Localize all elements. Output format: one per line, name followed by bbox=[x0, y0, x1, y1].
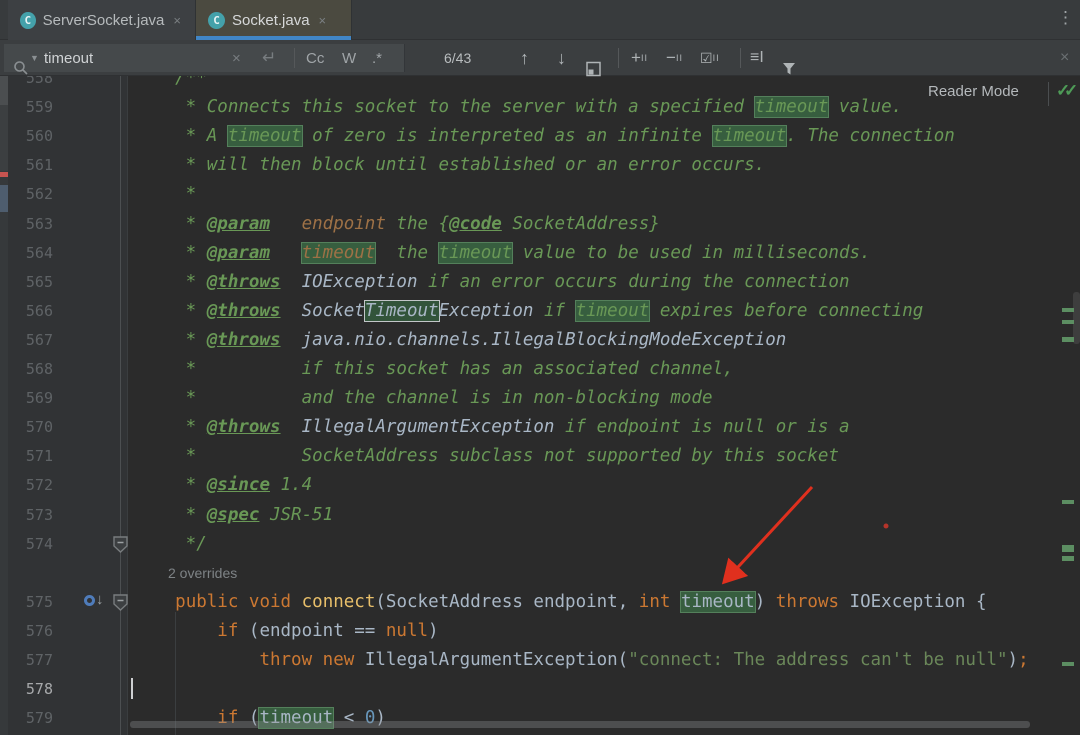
remove-occurrence-button[interactable]: −II bbox=[666, 40, 683, 76]
open-in-find-window-icon[interactable] bbox=[586, 51, 601, 87]
editor-gutter[interactable] bbox=[8, 76, 128, 735]
find-toolbar: ▼ timeout × ↵ Cc W .* 6/43 ↑ ↓ +II −II ☑… bbox=[0, 40, 1080, 76]
left-stripe-selection-mark bbox=[0, 185, 8, 212]
tab-options-menu-icon[interactable]: ⋮ bbox=[1057, 9, 1074, 26]
add-occurrence-button[interactable]: +II bbox=[631, 40, 648, 76]
next-occurrence-button[interactable]: ↓ bbox=[557, 40, 566, 76]
ide-window: 558 /**559 * Connects this socket to the… bbox=[0, 0, 1080, 735]
java-class-icon: C bbox=[20, 12, 36, 29]
match-count: 6/43 bbox=[444, 40, 471, 76]
editor-tab-bar: C ServerSocket.java × C Socket.java × ⋮ bbox=[0, 0, 1080, 40]
regex-toggle[interactable]: .* bbox=[372, 40, 382, 76]
match-case-toggle[interactable]: Cc bbox=[306, 40, 324, 76]
overridden-method-arrow-icon: ↓ bbox=[96, 591, 104, 608]
editor-area[interactable] bbox=[0, 76, 1080, 735]
text-caret bbox=[131, 678, 133, 699]
filter-funnel-icon[interactable] bbox=[782, 51, 796, 87]
close-search-icon[interactable]: × bbox=[1060, 40, 1069, 76]
error-stripe-match-mark bbox=[1062, 662, 1074, 666]
tab-label: Socket.java bbox=[232, 12, 310, 29]
toolbar-divider bbox=[740, 48, 741, 68]
filter-lines-icon[interactable]: ≡I bbox=[750, 40, 764, 76]
error-stripe-match-mark bbox=[1062, 337, 1074, 342]
whole-words-toggle[interactable]: W bbox=[342, 40, 356, 76]
left-error-stripe bbox=[0, 76, 8, 735]
search-query-text[interactable]: timeout bbox=[44, 40, 93, 76]
toolbar-divider bbox=[618, 48, 619, 68]
reader-mode-label[interactable]: Reader Mode bbox=[928, 83, 1019, 100]
fold-marker-collapse[interactable] bbox=[112, 536, 129, 553]
left-stripe-error-mark bbox=[0, 172, 8, 177]
horizontal-scrollbar-thumb[interactable] bbox=[130, 721, 1030, 728]
select-all-occurrences-button[interactable]: ☑II bbox=[700, 40, 720, 76]
tab-serversocket-java[interactable]: C ServerSocket.java × bbox=[8, 0, 196, 40]
error-stripe-match-mark bbox=[1062, 500, 1074, 504]
left-stripe-thumb[interactable] bbox=[0, 76, 8, 105]
error-stripe-match-mark bbox=[1062, 545, 1074, 552]
error-stripe-match-mark bbox=[1062, 320, 1074, 324]
fold-region-line bbox=[120, 76, 121, 735]
tab-close-icon[interactable]: × bbox=[317, 13, 329, 28]
error-stripe-match-mark bbox=[1062, 308, 1074, 312]
reader-mode-divider bbox=[1048, 82, 1049, 106]
vertical-scrollbar-thumb[interactable] bbox=[1073, 292, 1080, 344]
indent-guide bbox=[175, 612, 176, 735]
inspections-ok-icon: ✓ bbox=[1064, 81, 1078, 101]
error-stripe-match-mark bbox=[1062, 556, 1074, 561]
clear-search-icon[interactable]: × bbox=[232, 40, 241, 76]
overridden-method-icon[interactable] bbox=[84, 595, 95, 606]
tab-socket-java[interactable]: C Socket.java × bbox=[196, 0, 352, 40]
tab-close-icon[interactable]: × bbox=[171, 13, 183, 28]
previous-occurrence-button[interactable]: ↑ bbox=[520, 40, 529, 76]
java-class-icon: C bbox=[208, 12, 225, 29]
tab-label: ServerSocket.java bbox=[43, 12, 165, 29]
search-icon[interactable] bbox=[13, 50, 29, 86]
search-history-chevron-icon[interactable]: ▼ bbox=[30, 40, 39, 76]
toolbar-divider bbox=[294, 48, 295, 68]
fold-marker-collapse[interactable] bbox=[112, 594, 129, 611]
newline-icon[interactable]: ↵ bbox=[262, 40, 276, 76]
left-stripe-segment bbox=[0, 105, 8, 171]
